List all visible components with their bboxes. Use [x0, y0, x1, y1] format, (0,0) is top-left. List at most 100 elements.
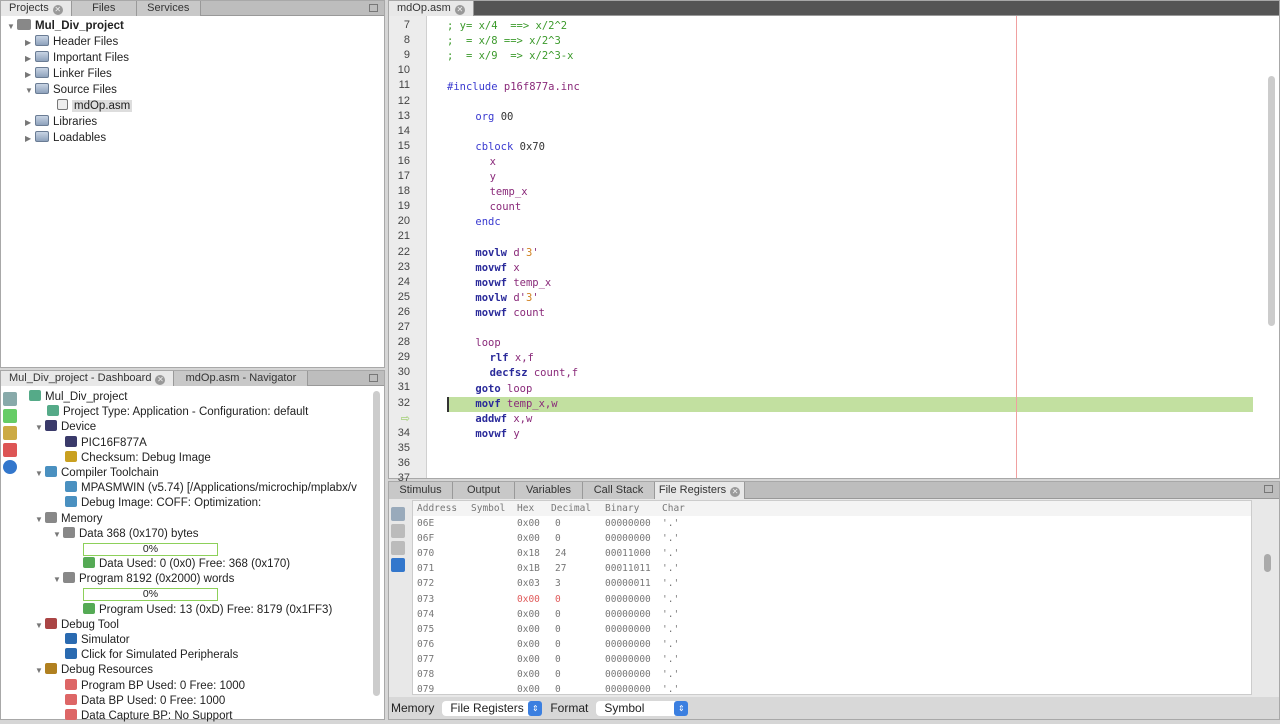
- table-row[interactable]: 076 0x00 0 00000000 '.': [413, 637, 1251, 652]
- collapsed-icon[interactable]: ▶: [25, 51, 35, 67]
- expanded-icon[interactable]: ▼: [25, 83, 35, 99]
- tab-file-registers[interactable]: File Registers ✕: [655, 482, 745, 499]
- dashboard-row[interactable]: Data Used: 0 (0x0) Free: 368 (0x170): [29, 557, 370, 572]
- collapsed-icon[interactable]: ▶: [25, 115, 35, 131]
- dashboard-row[interactable]: ▼ Device: [29, 420, 370, 435]
- column-header-symbol[interactable]: Symbol: [471, 501, 505, 516]
- dashboard-row[interactable]: Click for Simulated Peripherals: [29, 648, 370, 663]
- tab-mdop-asm[interactable]: mdOp.asm ✕: [389, 1, 474, 16]
- expanded-icon[interactable]: ▼: [53, 527, 63, 542]
- tree-item[interactable]: ▶ Linker Files: [1, 66, 384, 82]
- scrollbar[interactable]: [373, 391, 380, 696]
- expanded-icon[interactable]: ▼: [35, 663, 45, 678]
- dashboard-row[interactable]: Program Used: 13 (0xD) Free: 8179 (0x1FF…: [29, 602, 370, 618]
- dashboard-row[interactable]: ▼ Compiler Toolchain: [29, 465, 370, 481]
- registers-scrollbar[interactable]: [1264, 554, 1271, 572]
- code-line[interactable]: x: [447, 155, 496, 170]
- tree-item[interactable]: ▶ Header Files: [1, 34, 384, 50]
- expanded-icon[interactable]: ▼: [35, 512, 45, 527]
- dashboard-row[interactable]: MPASMWIN (v5.74) [/Applications/microchi…: [29, 481, 370, 496]
- expanded-icon[interactable]: ▼: [53, 572, 63, 587]
- dashboard-row[interactable]: ▼ Data 368 (0x170) bytes: [29, 526, 370, 542]
- code-line[interactable]: movf temp_x,w: [447, 397, 557, 412]
- close-icon[interactable]: ✕: [454, 5, 465, 15]
- expanded-icon[interactable]: ▼: [35, 466, 45, 481]
- code-line[interactable]: ; = x/8 ==> x/2^3: [447, 34, 561, 49]
- refresh-icon[interactable]: [3, 409, 17, 423]
- dashboard-row[interactable]: ▼ Debug Resources: [29, 663, 370, 678]
- format-select[interactable]: Symbol ⇕: [596, 700, 689, 716]
- collapsed-icon[interactable]: ▶: [25, 67, 35, 83]
- column-header-char[interactable]: Char: [662, 501, 685, 516]
- dashboard-row[interactable]: Debug Image: COFF: Optimization:: [29, 496, 370, 511]
- tab-stimulus[interactable]: Stimulus: [389, 482, 453, 499]
- tab-projects[interactable]: Projects ✕: [1, 1, 72, 16]
- table-row[interactable]: 06F 0x00 0 00000000 '.': [413, 531, 1251, 546]
- tree-item[interactable]: ▶ Loadables: [1, 130, 384, 146]
- expanded-icon[interactable]: ▼: [35, 420, 45, 435]
- dashboard-row[interactable]: 0%: [29, 587, 370, 602]
- dashboard-row[interactable]: PIC16F877A: [29, 435, 370, 451]
- code-line[interactable]: cblock 0x70: [447, 140, 545, 155]
- table-row[interactable]: 073 0x00 0 00000000 '.': [413, 592, 1251, 607]
- table-row[interactable]: 078 0x00 0 00000000 '.': [413, 667, 1251, 682]
- dashboard-row[interactable]: Data BP Used: 0 Free: 1000: [29, 693, 370, 709]
- download-icon[interactable]: [391, 558, 405, 572]
- dashboard-row[interactable]: Checksum: Debug Image: [29, 450, 370, 466]
- dashboard-row[interactable]: Program BP Used: 0 Free: 1000: [29, 678, 370, 694]
- code-line[interactable]: movwf y: [447, 427, 519, 442]
- table-row[interactable]: 074 0x00 0 00000000 '.': [413, 607, 1251, 622]
- tree-item[interactable]: ▼ Source Files: [1, 82, 384, 98]
- arrow-down-icon[interactable]: [391, 524, 405, 538]
- code-line[interactable]: y: [447, 170, 496, 185]
- code-line[interactable]: addwf x,w: [447, 412, 532, 427]
- dashboard-row[interactable]: Mul_Div_project: [29, 390, 370, 405]
- code-line[interactable]: movwf temp_x: [447, 276, 551, 291]
- tab-call-stack[interactable]: Call Stack: [583, 482, 655, 499]
- code-line[interactable]: org 00: [447, 110, 513, 125]
- table-row[interactable]: 06E 0x00 0 00000000 '.': [413, 516, 1251, 531]
- tree-item[interactable]: ▶ Important Files: [1, 50, 384, 66]
- help-icon[interactable]: [3, 460, 17, 474]
- tab-dashboard[interactable]: Mul_Div_project - Dashboard ✕: [1, 371, 175, 386]
- maximize-icon[interactable]: [369, 374, 378, 382]
- column-header-binary[interactable]: Binary: [605, 501, 639, 516]
- code-line[interactable]: count: [447, 200, 522, 215]
- editor-scrollbar[interactable]: [1268, 76, 1275, 326]
- arrow-down-icon[interactable]: [391, 541, 405, 555]
- expanded-icon[interactable]: ▼: [35, 618, 45, 633]
- tree-root[interactable]: ▼ Mul_Div_project: [1, 18, 384, 34]
- code-line[interactable]: movlw d'3': [447, 291, 538, 306]
- dashboard-row[interactable]: ▼ Debug Tool: [29, 617, 370, 633]
- table-row[interactable]: 079 0x00 0 00000000 '.': [413, 682, 1251, 697]
- code-line[interactable]: endc: [447, 215, 500, 230]
- maximize-icon[interactable]: [1264, 485, 1273, 493]
- collapsed-icon[interactable]: ▶: [25, 35, 35, 51]
- dashboard-row[interactable]: Data Capture BP: No Support: [29, 708, 370, 724]
- dashboard-row[interactable]: Simulator: [29, 633, 370, 648]
- dashboard-row[interactable]: ▼ Program 8192 (0x2000) words: [29, 572, 370, 587]
- table-row[interactable]: 077 0x00 0 00000000 '.': [413, 652, 1251, 667]
- code-line[interactable]: movlw d'3': [447, 246, 538, 261]
- code-line[interactable]: loop: [447, 336, 500, 351]
- close-icon[interactable]: ✕: [52, 5, 63, 15]
- dashboard-row[interactable]: ▼ Memory: [29, 511, 370, 527]
- column-header-decimal[interactable]: Decimal: [551, 501, 591, 516]
- table-row[interactable]: 071 0x1B 27 00011011 '.': [413, 561, 1251, 576]
- maximize-icon[interactable]: [369, 4, 378, 12]
- tree-item[interactable]: ▶ Libraries: [1, 114, 384, 130]
- pdf-icon[interactable]: [3, 443, 17, 457]
- code-line[interactable]: movwf count: [447, 306, 545, 321]
- chip-icon[interactable]: [3, 426, 17, 440]
- expanded-icon[interactable]: ▼: [7, 19, 17, 35]
- tab-output[interactable]: Output: [453, 482, 515, 499]
- search-icon[interactable]: [391, 507, 405, 521]
- tab-variables[interactable]: Variables: [515, 482, 583, 499]
- tab-files[interactable]: Files: [71, 1, 137, 16]
- code-area[interactable]: ; 0000 1100 ==> 0011 0000 ; y= x/4 ==> x/…: [389, 16, 1279, 478]
- dashboard-row[interactable]: Project Type: Application - Configuratio…: [29, 405, 370, 420]
- table-row[interactable]: 070 0x18 24 00011000 '.': [413, 546, 1251, 561]
- column-header-hex[interactable]: Hex: [517, 501, 534, 516]
- table-row[interactable]: 075 0x00 0 00000000 '.': [413, 622, 1251, 637]
- close-icon[interactable]: ✕: [730, 487, 741, 497]
